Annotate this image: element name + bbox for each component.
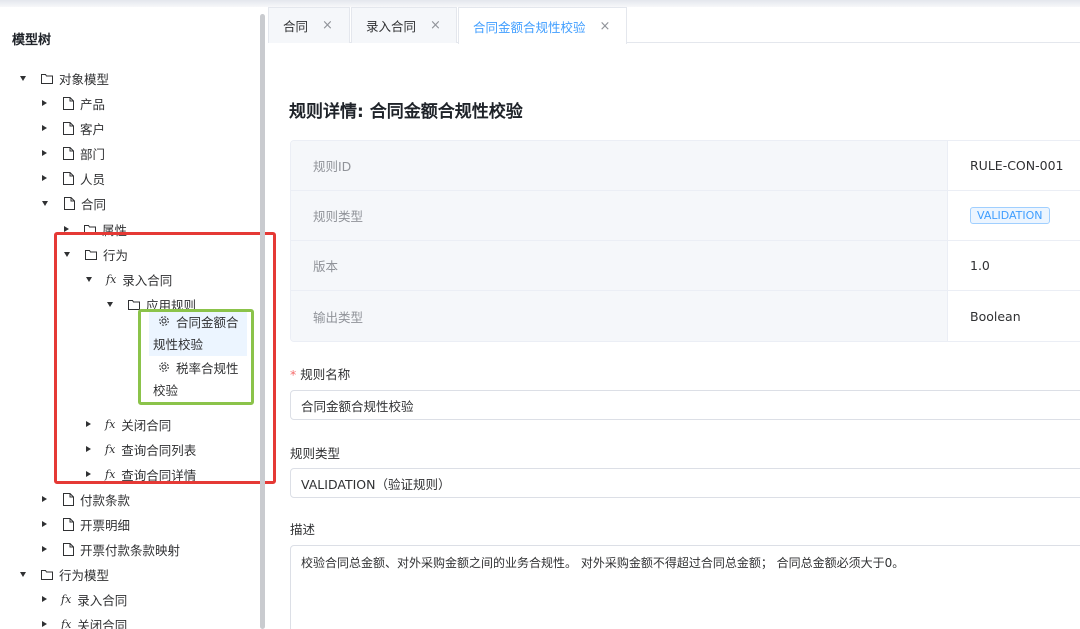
detail-row: 版本 1.0	[291, 241, 1080, 291]
tree-node-customer[interactable]: 客户	[42, 116, 105, 140]
detail-value: Boolean	[970, 308, 1021, 324]
tree-node-personnel[interactable]: 人员	[42, 166, 105, 190]
tree-node-label: 开票明细	[80, 517, 131, 533]
file-icon	[61, 121, 75, 135]
sidebar-title: 模型树	[12, 33, 52, 48]
caret-right-icon[interactable]	[42, 175, 47, 181]
close-icon[interactable]: ×	[322, 18, 333, 33]
folder-icon	[40, 567, 54, 581]
rule-type-select[interactable]: VALIDATION（验证规则）	[290, 468, 1080, 498]
caret-right-icon[interactable]	[42, 521, 47, 527]
caret-down-icon[interactable]	[20, 75, 26, 81]
tree-node-contract[interactable]: 合同	[42, 191, 106, 215]
tree-node-label: 关闭合同	[77, 617, 128, 629]
tree-node-label: 客户	[80, 121, 106, 137]
rule-details-table: 规则ID RULE-CON-001 规则类型 VALIDATION 版本 1.0…	[290, 140, 1080, 342]
tree-node-label: 付款条款	[80, 492, 131, 508]
tree-node-department[interactable]: 部门	[42, 141, 105, 165]
function-icon: fx	[61, 617, 72, 629]
tab-bar: 合同 × 录入合同 × 合同金额合规性校验 ×	[268, 7, 1080, 44]
tree-node-invoice-detail[interactable]: 开票明细	[42, 512, 130, 536]
tree-node-label: 人员	[80, 171, 106, 187]
caret-right-icon[interactable]	[42, 150, 47, 156]
rule-name-input[interactable]: 合同金额合规性校验	[290, 390, 1080, 420]
sidebar-scrollbar[interactable]	[260, 14, 265, 629]
detail-value: VALIDATION	[948, 191, 1080, 240]
caret-right-icon[interactable]	[42, 546, 47, 552]
detail-label: 规则ID	[291, 141, 948, 190]
caret-right-icon[interactable]	[42, 125, 47, 131]
tree-node-payment-terms[interactable]: 付款条款	[42, 487, 130, 511]
function-icon: fx	[61, 592, 72, 606]
top-shadow-bar	[0, 0, 1080, 7]
file-icon	[61, 517, 75, 531]
file-icon	[62, 196, 76, 210]
tab-amount-compliance-rule[interactable]: 合同金额合规性校验 ×	[458, 7, 627, 44]
caret-down-icon[interactable]	[42, 200, 48, 206]
detail-label: 输出类型	[291, 291, 948, 341]
file-icon	[61, 171, 75, 185]
page-title: 规则详情: 合同金额合规性校验	[289, 102, 523, 122]
folder-icon	[40, 71, 54, 85]
tree-node-bm-close-contract[interactable]: fx 关闭合同	[42, 612, 127, 629]
detail-value: RULE-CON-001	[970, 158, 1064, 173]
tab-label: 录入合同	[366, 19, 417, 34]
tree-node-label: 产品	[80, 96, 106, 112]
tab-label: 合同	[283, 19, 309, 34]
close-icon[interactable]: ×	[430, 18, 441, 33]
detail-value: 1.0	[970, 258, 990, 273]
caret-right-icon[interactable]	[42, 621, 47, 627]
file-icon	[61, 96, 75, 110]
tree-node-object-model[interactable]: 对象模型	[20, 66, 109, 90]
description-label: 描述	[290, 522, 316, 537]
tree-node-label: 行为模型	[59, 567, 110, 583]
file-icon	[61, 492, 75, 506]
tree-node-product[interactable]: 产品	[42, 91, 105, 115]
detail-row: 输出类型 Boolean	[291, 291, 1080, 341]
rule-name-label-text: 规则名称	[300, 367, 351, 382]
file-icon	[61, 542, 75, 556]
tree-node-behavior-model[interactable]: 行为模型	[20, 562, 109, 586]
close-icon[interactable]: ×	[600, 19, 611, 34]
file-icon	[61, 146, 75, 160]
caret-down-icon[interactable]	[20, 571, 26, 577]
description-textarea[interactable]: 校验合同总金额、对外采购金额之间的业务合规性。 对外采购金额不得超过合同总金额；…	[290, 545, 1080, 629]
highlight-green-box	[138, 309, 254, 405]
status-badge: VALIDATION	[970, 207, 1050, 224]
detail-label: 规则类型	[291, 191, 948, 240]
detail-row: 规则类型 VALIDATION	[291, 191, 1080, 241]
tree-node-label: 合同	[81, 196, 107, 212]
tab-enter-contract[interactable]: 录入合同 ×	[351, 7, 457, 43]
required-mark: *	[290, 367, 297, 382]
rule-name-label: * 规则名称	[290, 364, 350, 383]
tree-node-label: 对象模型	[59, 71, 110, 87]
detail-label: 版本	[291, 241, 948, 290]
caret-right-icon[interactable]	[42, 100, 47, 106]
tree-node-invoice-payment-mapping[interactable]: 开票付款条款映射	[42, 537, 180, 561]
tree-node-label: 开票付款条款映射	[80, 542, 181, 558]
tab-label: 合同金额合规性校验	[473, 19, 586, 35]
rule-type-label: 规则类型	[290, 446, 341, 461]
tree-node-label: 录入合同	[77, 592, 128, 608]
tree-node-label: 部门	[80, 146, 106, 162]
tree-node-bm-enter-contract[interactable]: fx 录入合同	[42, 587, 127, 611]
caret-right-icon[interactable]	[42, 596, 47, 602]
caret-right-icon[interactable]	[42, 496, 47, 502]
tab-contract[interactable]: 合同 ×	[268, 7, 350, 43]
detail-row: 规则ID RULE-CON-001	[291, 141, 1080, 191]
